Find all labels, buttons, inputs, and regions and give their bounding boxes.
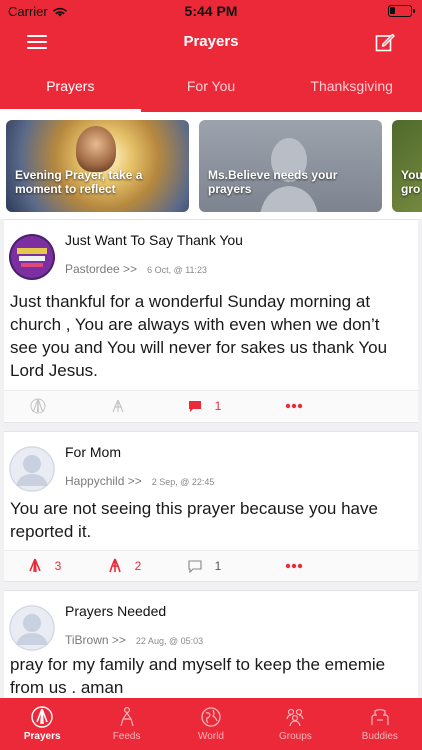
post-meta: Happychild >> 2 Sep, @ 22:45	[65, 474, 214, 488]
post-meta: Pastordee >> 6 Oct, @ 11:23	[65, 262, 207, 276]
comment-icon	[188, 560, 202, 574]
person-praying-icon	[112, 399, 124, 413]
person-praying-icon	[120, 706, 134, 727]
post-body[interactable]: pray for my family and myself to keep th…	[10, 653, 410, 698]
tab-for-you[interactable]: For You	[141, 62, 282, 112]
buddies-icon	[371, 708, 389, 725]
post-date: 6 Oct, @ 11:23	[147, 265, 208, 275]
caption-line: You	[401, 168, 422, 182]
prayer-feed: Just Want To Say Thank You Pastordee >> 6…	[0, 219, 422, 698]
prayer-post[interactable]: Prayers Needed TiBrown >> 22 Aug, @ 05:03…	[4, 590, 418, 698]
post-author[interactable]: Pastordee >>	[65, 262, 137, 276]
post-date: 2 Sep, @ 22:45	[151, 477, 215, 487]
tabbar-item-prayers[interactable]: Prayers	[0, 698, 84, 750]
post-title: Just Want To Say Thank You	[65, 232, 243, 248]
globe-icon	[201, 707, 221, 727]
praying-hands-icon	[28, 558, 41, 573]
caption-line: Evening Prayer, take a	[15, 168, 143, 182]
caption-line: gro	[401, 182, 421, 196]
hands-button[interactable]: 2	[84, 551, 164, 581]
more-dots-icon	[285, 403, 303, 409]
caption-line: Ms.Believe needs your	[208, 168, 338, 182]
post-author[interactable]: TiBrown >>	[65, 633, 126, 647]
comment-count: 1	[214, 559, 222, 573]
battery-icon	[388, 5, 415, 17]
post-title: For Mom	[65, 444, 121, 460]
tab-thanksgiving[interactable]: Thanksgiving	[281, 62, 422, 112]
praying-hands-icon	[31, 706, 53, 728]
featured-card[interactable]: Evening Prayer, take a moment to reflect	[6, 120, 189, 212]
post-title: Prayers Needed	[65, 603, 167, 619]
tabbar-label: Feeds	[112, 731, 141, 742]
more-button[interactable]	[244, 551, 344, 581]
page-title: Prayers	[183, 33, 239, 50]
person-praying-icon	[108, 558, 121, 573]
pray-button[interactable]	[4, 391, 84, 421]
pray-button[interactable]: 3	[4, 551, 84, 581]
post-meta: TiBrown >> 22 Aug, @ 05:03	[65, 633, 203, 647]
featured-carousel: Evening Prayer, take a moment to reflect…	[0, 112, 422, 219]
post-actions: 1	[4, 390, 418, 421]
hands-count: 2	[134, 559, 142, 573]
featured-card[interactable]: You gro	[392, 120, 422, 212]
tabbar-label: Buddies	[361, 731, 398, 742]
comment-count: 1	[214, 399, 222, 413]
prayer-post[interactable]: Just Want To Say Thank You Pastordee >> 6…	[4, 219, 418, 423]
segment-tabs: Prayers For You Thanksgiving	[0, 62, 422, 112]
more-button[interactable]	[244, 391, 344, 421]
prayer-post[interactable]: For Mom Happychild >> 2 Sep, @ 22:45 You …	[4, 431, 418, 582]
tabbar-label: Prayers	[23, 731, 61, 742]
praying-hands-icon	[30, 398, 46, 414]
tabbar-label: World	[198, 731, 224, 742]
avatar-image	[9, 234, 55, 280]
menu-icon[interactable]	[27, 35, 47, 49]
avatar[interactable]	[9, 234, 55, 280]
nav-bar: Prayers	[0, 22, 422, 62]
avatar[interactable]	[9, 605, 55, 651]
hands-button[interactable]	[84, 391, 164, 421]
featured-card-caption: Ms.Believe needs your prayers	[208, 168, 337, 196]
tabbar-item-feeds[interactable]: Feeds	[84, 698, 168, 750]
tabbar-item-groups[interactable]: Groups	[253, 698, 337, 750]
post-author[interactable]: Happychild >>	[65, 474, 142, 488]
caption-line: moment to reflect	[15, 182, 116, 196]
post-body[interactable]: You are not seeing this prayer because y…	[10, 497, 410, 543]
tab-prayers[interactable]: Prayers	[0, 62, 141, 112]
post-date: 22 Aug, @ 05:03	[135, 636, 204, 646]
post-body[interactable]: Just thankful for a wonderful Sunday mor…	[10, 290, 410, 382]
compose-icon[interactable]	[375, 32, 395, 52]
jesus-image	[76, 126, 116, 172]
tabbar-label: Groups	[279, 731, 312, 742]
comment-icon	[188, 401, 201, 412]
featured-card-caption: Evening Prayer, take a moment to reflect	[15, 168, 142, 196]
caption-line: prayers	[208, 182, 252, 196]
tabbar-item-buddies[interactable]: Buddies	[338, 698, 422, 750]
status-bar: Carrier 5:44 PM	[0, 0, 422, 22]
more-dots-icon	[285, 563, 303, 569]
default-user-icon	[9, 605, 55, 651]
default-user-icon	[9, 446, 55, 492]
tabbar-item-world[interactable]: World	[169, 698, 253, 750]
avatar[interactable]	[9, 446, 55, 492]
bottom-tab-bar: Prayers Feeds World Groups Buddies	[0, 698, 422, 750]
group-icon	[286, 708, 305, 727]
comment-button[interactable]: 1	[164, 551, 244, 581]
featured-card[interactable]: Ms.Believe needs your prayers	[199, 120, 382, 212]
featured-card-caption: You gro	[401, 168, 422, 196]
comment-button[interactable]: 1	[164, 391, 244, 421]
post-actions: 3 2 1	[4, 550, 418, 581]
clock: 5:44 PM	[184, 3, 238, 19]
pray-count: 3	[54, 559, 62, 573]
